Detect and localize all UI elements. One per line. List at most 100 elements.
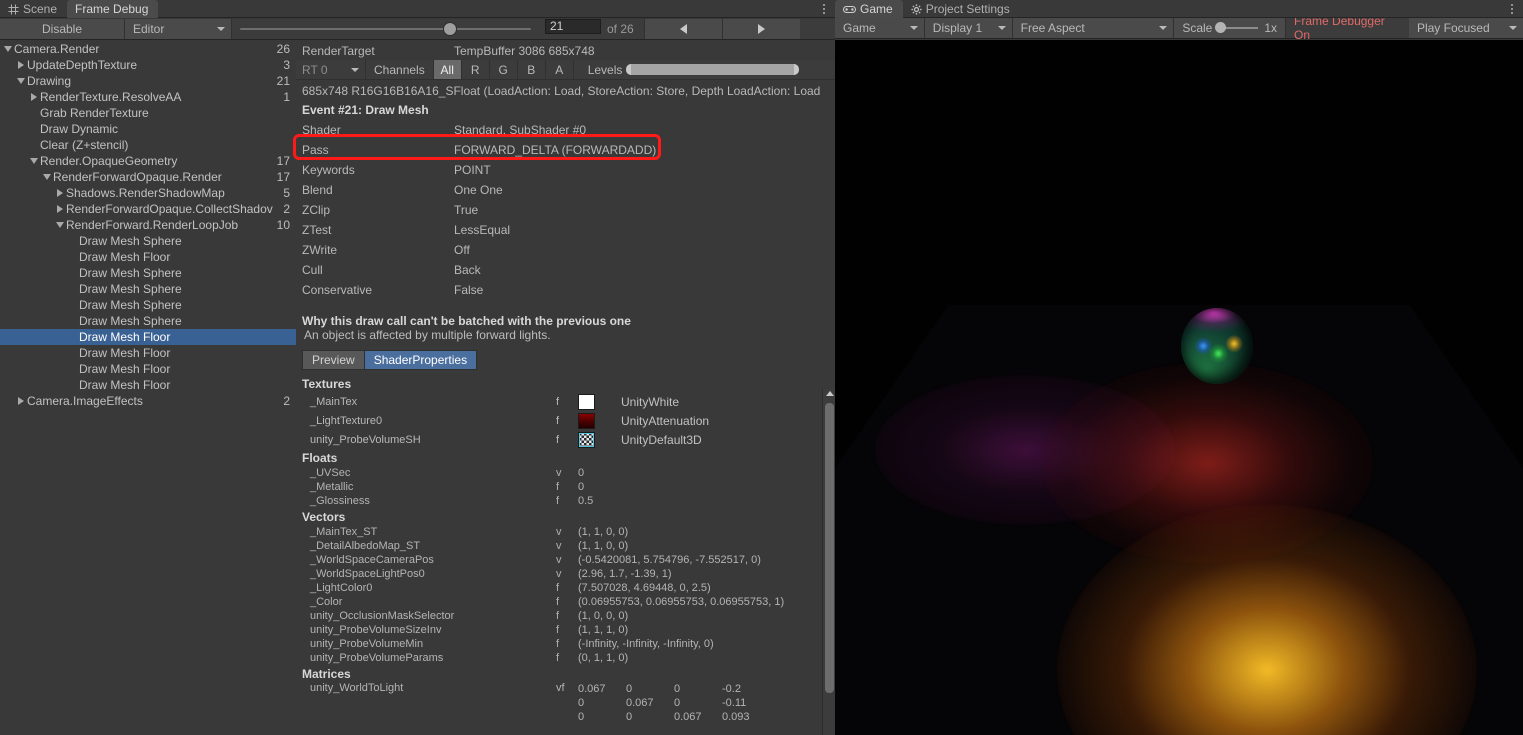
frame-event-row[interactable]: Draw Mesh Floor bbox=[0, 377, 296, 393]
frame-debug-options-icon[interactable] bbox=[817, 0, 831, 18]
tab-shader-properties[interactable]: ShaderProperties bbox=[363, 350, 478, 370]
frame-event-row[interactable]: RenderTexture.ResolveAA 1 bbox=[0, 89, 296, 105]
rt-select[interactable]: RT 0 bbox=[296, 60, 366, 79]
scale-slider-knob[interactable] bbox=[1215, 22, 1227, 33]
frame-event-row[interactable]: Draw Mesh Floor bbox=[0, 249, 296, 265]
frame-event-row[interactable]: Draw Mesh Floor bbox=[0, 329, 296, 345]
frame-event-row[interactable]: Camera.ImageEffects 2 bbox=[0, 393, 296, 409]
frame-event-row[interactable]: Grab RenderTexture bbox=[0, 105, 296, 121]
shader-property-name: _Glossiness bbox=[310, 495, 370, 507]
foldout-closed-icon[interactable] bbox=[54, 204, 65, 215]
frame-event-row[interactable]: RenderForwardOpaque.CollectShadov 2 bbox=[0, 201, 296, 217]
tab-preview[interactable]: Preview bbox=[302, 350, 364, 370]
triangle-right-icon bbox=[757, 24, 765, 34]
tab-game[interactable]: Game bbox=[835, 0, 903, 18]
frame-debugger-status-label: Frame Debugger On bbox=[1294, 14, 1385, 42]
frame-event-label: Grab RenderTexture bbox=[40, 106, 149, 120]
event-slider[interactable] bbox=[232, 19, 539, 39]
foldout-spacer bbox=[67, 300, 78, 311]
channel-button-a[interactable]: A bbox=[546, 60, 574, 79]
texture-property-name: unity_ProbeVolumeSH bbox=[310, 433, 421, 446]
frame-event-count: 5 bbox=[283, 186, 290, 200]
matrix-row: unity_WorldToLight vf 0.067 0 0 0 0.067 0 0 0 0.06… bbox=[296, 682, 835, 724]
event-index-input[interactable]: 21 bbox=[545, 19, 601, 34]
view-select[interactable]: Game bbox=[835, 18, 925, 38]
frame-event-row[interactable]: Draw Mesh Sphere bbox=[0, 265, 296, 281]
scrollbar-thumb[interactable] bbox=[825, 403, 834, 693]
texture-row: _LightTexture0 f UnityAttenuation bbox=[296, 411, 835, 430]
frame-event-tree[interactable]: Camera.Render 26 UpdateDepthTexture 3 Drawin… bbox=[0, 41, 296, 735]
target-select[interactable]: Editor bbox=[125, 19, 232, 39]
channel-button-all[interactable]: All bbox=[433, 60, 462, 79]
frame-event-count: 1 bbox=[283, 90, 290, 104]
frame-event-row[interactable]: Clear (Z+stencil) bbox=[0, 137, 296, 153]
shader-property-value: (0.06955753, 0.06955753, 0.06955753, 1) bbox=[578, 596, 785, 608]
levels-slider-bar[interactable] bbox=[626, 64, 799, 75]
frame-event-row[interactable]: Draw Dynamic bbox=[0, 121, 296, 137]
event-slider-track[interactable] bbox=[240, 23, 531, 35]
frame-event-row[interactable]: RenderForward.RenderLoopJob 10 bbox=[0, 217, 296, 233]
texture-property-type: f bbox=[556, 395, 560, 408]
frame-event-label: UpdateDepthTexture bbox=[27, 58, 138, 72]
tab-frame-debug[interactable]: Frame Debug bbox=[67, 0, 159, 18]
shader-property-type: f bbox=[556, 624, 560, 636]
vectors-header: Vectors bbox=[302, 510, 346, 524]
disable-button-label: Disable bbox=[41, 22, 83, 36]
frame-event-label: Render.OpaqueGeometry bbox=[40, 154, 178, 168]
levels-slider[interactable] bbox=[626, 60, 799, 79]
game-options-icon[interactable] bbox=[1505, 0, 1519, 18]
channel-button-r[interactable]: R bbox=[462, 60, 490, 79]
frame-event-row[interactable]: UpdateDepthTexture 3 bbox=[0, 57, 296, 73]
matrix-cell: 0 bbox=[674, 683, 681, 695]
gear-icon bbox=[911, 3, 922, 15]
scale-slider[interactable]: Scale 1x bbox=[1174, 18, 1287, 38]
frame-event-row[interactable]: Camera.Render 26 bbox=[0, 41, 296, 57]
frame-event-row[interactable]: Draw Mesh Sphere bbox=[0, 313, 296, 329]
game-viewport[interactable] bbox=[835, 40, 1523, 735]
shader-property-value: (1, 0, 0, 0) bbox=[578, 610, 629, 622]
next-event-button[interactable] bbox=[721, 19, 800, 39]
frame-event-row[interactable]: Draw Mesh Floor bbox=[0, 361, 296, 377]
foldout-open-icon[interactable] bbox=[41, 172, 52, 183]
frame-event-row[interactable]: Draw Mesh Sphere bbox=[0, 297, 296, 313]
foldout-closed-icon[interactable] bbox=[54, 188, 65, 199]
shader-properties-scrollbar[interactable] bbox=[822, 389, 835, 735]
aspect-select-label: Free Aspect bbox=[1020, 21, 1085, 35]
foldout-closed-icon[interactable] bbox=[28, 92, 39, 103]
foldout-open-icon[interactable] bbox=[15, 76, 26, 87]
frame-event-count: 3 bbox=[283, 58, 290, 72]
frame-event-row[interactable]: Shadows.RenderShadowMap 5 bbox=[0, 185, 296, 201]
frame-event-label: Draw Dynamic bbox=[40, 122, 119, 136]
channel-button-g[interactable]: G bbox=[490, 60, 518, 79]
frame-event-row[interactable]: RenderForwardOpaque.Render 17 bbox=[0, 169, 296, 185]
frame-debugger-status: Frame Debugger On bbox=[1286, 14, 1409, 42]
display-select[interactable]: Display 1 bbox=[924, 18, 1013, 38]
frame-event-row[interactable]: Draw Mesh Sphere bbox=[0, 233, 296, 249]
channel-button-b[interactable]: B bbox=[518, 60, 546, 79]
shader-property-type: v bbox=[556, 554, 562, 566]
disable-button[interactable]: Disable bbox=[0, 19, 125, 39]
render-state-value: FORWARD_DELTA (FORWARDADD) bbox=[454, 143, 657, 157]
render-state-value: LessEqual bbox=[454, 223, 511, 237]
tab-project-settings[interactable]: Project Settings bbox=[903, 0, 1020, 18]
frame-event-row[interactable]: Draw Mesh Floor bbox=[0, 345, 296, 361]
tab-scene[interactable]: Scene bbox=[0, 0, 67, 18]
aspect-select[interactable]: Free Aspect bbox=[1012, 18, 1175, 38]
foldout-open-icon[interactable] bbox=[54, 220, 65, 231]
foldout-open-icon[interactable] bbox=[28, 156, 39, 167]
frame-event-row[interactable]: Drawing 21 bbox=[0, 73, 296, 89]
event-slider-knob[interactable] bbox=[443, 23, 456, 35]
foldout-closed-icon[interactable] bbox=[15, 396, 26, 407]
frame-event-label: Draw Mesh Floor bbox=[79, 346, 171, 360]
foldout-closed-icon[interactable] bbox=[15, 60, 26, 71]
frame-event-row[interactable]: Render.OpaqueGeometry 17 bbox=[0, 153, 296, 169]
frame-event-label: RenderForward.RenderLoopJob bbox=[66, 218, 239, 232]
frame-event-row[interactable]: Draw Mesh Sphere bbox=[0, 281, 296, 297]
frame-debug-toolbar: Disable Editor 21 of 26 bbox=[0, 19, 835, 40]
scale-slider-track[interactable] bbox=[1215, 22, 1259, 33]
foldout-open-icon[interactable] bbox=[2, 44, 13, 55]
prev-event-button[interactable] bbox=[643, 19, 722, 39]
scroll-up-icon[interactable] bbox=[826, 391, 834, 396]
play-focus-select[interactable]: Play Focused bbox=[1408, 18, 1523, 38]
frame-event-label: RenderTexture.ResolveAA bbox=[40, 90, 182, 104]
